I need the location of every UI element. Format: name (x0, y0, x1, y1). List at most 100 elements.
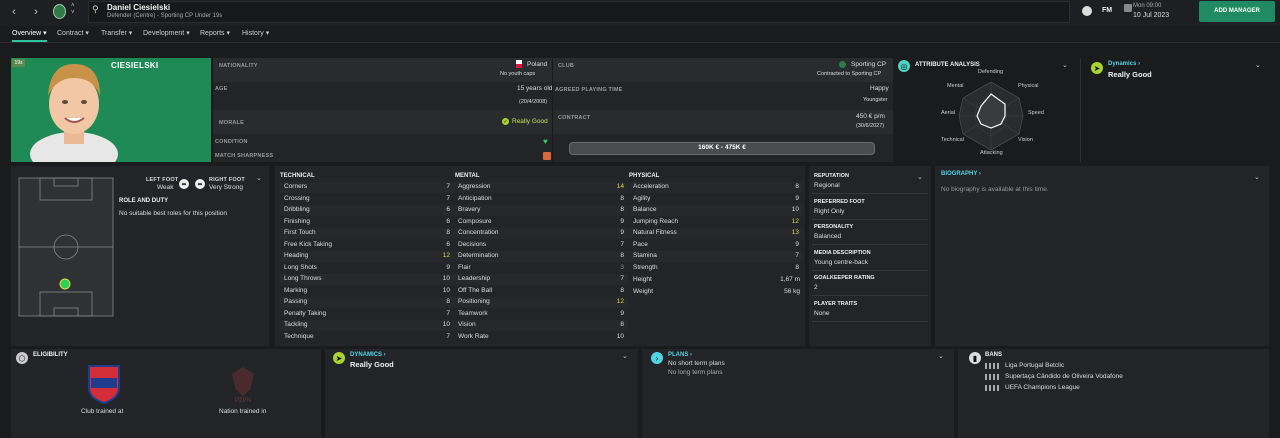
dynamics-link[interactable]: Dynamics › (1108, 61, 1140, 67)
tab-development[interactable]: Development ▾ (143, 29, 190, 37)
attribute-value: 8 (620, 194, 624, 202)
chevron-down-icon[interactable]: ⌄ (256, 174, 262, 182)
attribute-value: 7 (446, 183, 450, 190)
tab-contract[interactable]: Contract ▾ (57, 29, 89, 37)
search-icon[interactable]: ⚲ (92, 4, 99, 15)
plans-link[interactable]: PLANS › (668, 352, 692, 358)
ban-competition[interactable]: Liga Portugal Betclic (1005, 362, 1064, 369)
eligibility-panel (11, 349, 321, 438)
attribute-value: 9 (795, 194, 799, 202)
attribute-value: 8 (620, 321, 624, 328)
attribute-value: 8 (446, 229, 450, 236)
eligibility-title: ELIGIBILITY (33, 352, 68, 358)
attribute-row[interactable] (454, 263, 628, 274)
add-manager-button[interactable]: ADD MANAGER (1199, 1, 1275, 22)
plans-title: PLANS (668, 352, 689, 358)
forward-arrow-icon[interactable]: › (29, 5, 43, 19)
side-info-label: GOALKEEPER RATING (814, 275, 875, 281)
bans-title: BANS (985, 352, 1003, 358)
tab-reports[interactable]: Reports ▾ (200, 29, 230, 37)
contract-status: Contracted to Sporting CP (817, 71, 882, 77)
attribute-name: Flair (458, 263, 471, 271)
attribute-name: Corners (284, 183, 308, 190)
club-trained-crest[interactable] (87, 364, 121, 404)
height-label: Height (633, 276, 652, 283)
football-icon[interactable] (1082, 6, 1092, 16)
sharpness-icon (543, 152, 551, 160)
divider (1080, 58, 1081, 162)
nationality-label: NATIONALITY (219, 63, 258, 69)
chevron-down-icon[interactable]: ⌄ (622, 352, 628, 360)
attribute-name: Acceleration (633, 183, 669, 190)
nationality-row (213, 58, 552, 82)
left-foot-label: LEFT FOOT (146, 177, 179, 183)
attribute-value: 9 (446, 263, 450, 271)
chevron-down-icon[interactable]: ⌄ (917, 173, 923, 181)
dynamics-title: DYNAMICS (350, 352, 383, 358)
side-info-value: Regional (814, 182, 840, 189)
attribute-name: Finishing (284, 217, 311, 225)
attribute-value: 7 (795, 252, 799, 259)
attribute-name: Crossing (284, 194, 310, 202)
eligibility-icon: ⬡ (16, 352, 28, 364)
attribute-name: Pace (633, 240, 648, 248)
side-info-value: Young centre-back (814, 258, 868, 266)
nation-trained-label: Nation trained in (219, 408, 267, 415)
attribute-value: 3 (620, 263, 624, 271)
attribute-value: 8 (620, 286, 624, 294)
chevron-down-icon[interactable]: ⌄ (1254, 173, 1260, 181)
attribute-name: Natural Fitness (633, 229, 677, 236)
weight-value: 56 kg (784, 288, 800, 295)
tab-overview[interactable]: Overview ▾ (12, 29, 47, 42)
ban-competition[interactable]: Supertaça Cândido de Oliveira Vodafone (1005, 373, 1123, 380)
club-label: CLUB (558, 63, 575, 69)
attribute-row[interactable] (629, 194, 803, 205)
back-arrow-icon[interactable]: ‹ (7, 5, 21, 19)
biography-link[interactable]: BIOGRAPHY › (941, 171, 981, 177)
attribute-value: 8 (620, 252, 624, 259)
fm-logo[interactable]: FM (1102, 7, 1112, 14)
side-info-value: Balanced (814, 233, 842, 240)
side-info-value: 2 (814, 284, 818, 291)
radar-label-attacking: Attacking (980, 150, 1003, 156)
dynamics-link[interactable]: DYNAMICS › (350, 352, 386, 358)
attribute-name: Decisions (458, 240, 487, 248)
club-value[interactable]: Sporting CP (851, 61, 886, 68)
player-header-bar (88, 1, 1070, 23)
ban-status-icon (985, 385, 999, 391)
attribute-value: 8 (620, 206, 624, 213)
age-badge: 19s (12, 59, 25, 67)
side-info-label: REPUTATION (814, 173, 849, 179)
attribute-name: Concentration (458, 229, 499, 236)
age-label: AGE (215, 86, 228, 92)
side-info-label: PLAYER TRAITS (814, 300, 858, 307)
nationality-value[interactable]: Poland (527, 61, 547, 68)
club-crest-icon[interactable] (53, 4, 66, 19)
attribute-value: 10 (442, 275, 450, 282)
nation-trained-crest[interactable]: PZPN (228, 364, 258, 404)
youth-caps: No youth caps (500, 71, 536, 77)
attribute-row[interactable] (629, 240, 803, 251)
chevron-down-icon[interactable]: ⌄ (938, 352, 944, 360)
sharpness-label: MATCH SHARPNESS (215, 153, 274, 159)
tab-transfer[interactable]: Transfer ▾ (101, 29, 132, 37)
dynamics-value: Really Good (350, 360, 394, 369)
chevron-down-icon[interactable]: ⌄ (1255, 61, 1261, 69)
up-down-chevron-icon[interactable]: ˄ ˅ (71, 3, 75, 17)
left-foot-value: Weak (157, 184, 174, 191)
attribute-value: 9 (620, 217, 624, 225)
age-value: 15 years old (517, 85, 553, 92)
attribute-value: 8 (795, 263, 799, 271)
tab-label: History (242, 30, 264, 37)
wage-value[interactable]: 450 € p/m (856, 113, 885, 120)
attribute-name: First Touch (284, 229, 316, 236)
role-duty-text: No suitable best roles for this position (119, 210, 228, 217)
attribute-name: Balance (633, 206, 657, 213)
chevron-down-icon[interactable]: ⌄ (1062, 61, 1068, 69)
attribute-row[interactable] (454, 320, 628, 331)
ban-competition[interactable]: UEFA Champions League (1005, 384, 1080, 391)
attribute-value: 13 (791, 229, 799, 236)
playing-time-label: AGREED PLAYING TIME (555, 87, 623, 93)
attribute-value: 8 (795, 183, 799, 190)
tab-history[interactable]: History ▾ (242, 29, 269, 37)
